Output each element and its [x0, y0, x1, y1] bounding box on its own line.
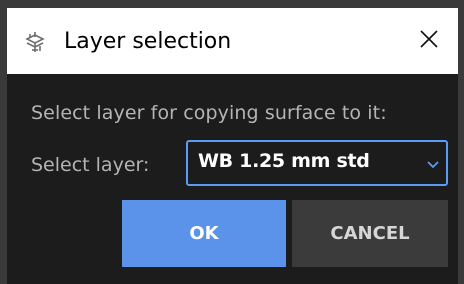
title-bar[interactable]: Layer selection: [7, 8, 458, 74]
close-button[interactable]: [400, 8, 458, 74]
layer-copy-icon: [24, 31, 46, 53]
prompt-text: Select layer for copying surface to it:: [31, 102, 387, 124]
layer-selection-dialog: Layer selection Select layer for copying…: [0, 0, 464, 284]
close-icon: [419, 29, 439, 54]
select-layer-label: Select layer:: [31, 154, 150, 176]
window-frame-right: [458, 0, 464, 284]
window-title: Layer selection: [64, 29, 232, 54]
dialog-body: Select layer for copying surface to it: …: [7, 74, 458, 284]
chevron-down-icon[interactable]: [426, 157, 440, 169]
cancel-button[interactable]: CANCEL: [292, 200, 448, 267]
ok-button[interactable]: OK: [122, 200, 286, 267]
layer-select[interactable]: WB 1.25 mm std: [186, 140, 448, 186]
layer-select-value: WB 1.25 mm std: [198, 150, 370, 172]
window-frame-top: [0, 0, 464, 8]
window-frame-left: [0, 0, 7, 284]
